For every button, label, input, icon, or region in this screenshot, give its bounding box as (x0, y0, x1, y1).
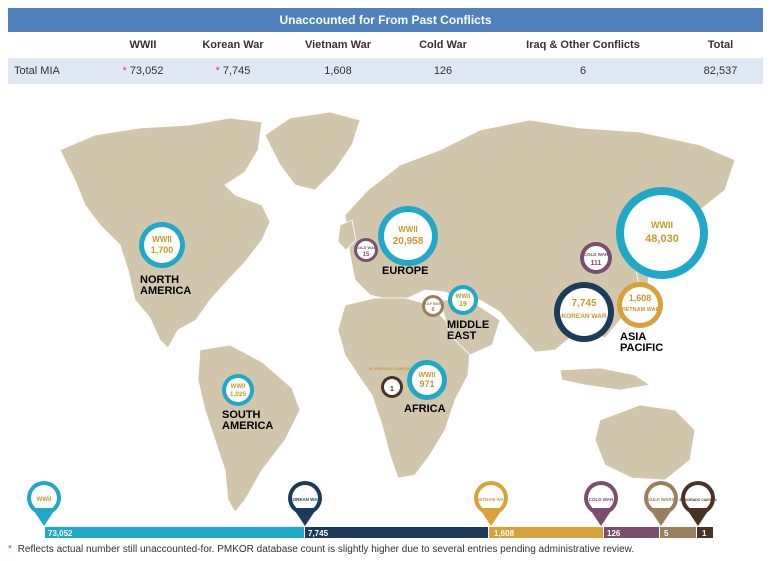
na-value: 1,700 (151, 245, 174, 255)
marker-north-america[interactable]: WWII 1,700 (139, 222, 185, 268)
label-south-america-2: AMERICA (222, 420, 273, 432)
eldorado-value: 1 (390, 386, 394, 393)
label-europe: EUROPE (382, 265, 428, 277)
marker-asia-cold-war[interactable]: COLD WAR 111 (580, 242, 612, 274)
sa-value: 1,025 (230, 391, 247, 398)
ap-conflict-label: WWII (651, 220, 673, 230)
pin-cold-war[interactable]: COLD WAR (584, 481, 618, 526)
eu-cold-label: COLD WAR (355, 245, 377, 250)
na-conflict-label: WWII (152, 235, 172, 244)
vietnam-label: VIETNAM WAR (620, 307, 659, 313)
svg-text:KOREAN WAR: KOREAN WAR (289, 497, 321, 502)
summary-bar: 73,052 7,745 1,608 126 5 1 WWII KOREAN W… (27, 481, 717, 538)
landmass-greenland (264, 111, 361, 191)
bar-value-korean: 7,745 (308, 529, 329, 538)
marker-vietnam-war[interactable]: 1,608 VIETNAM WAR (617, 282, 663, 328)
pin-wwii[interactable]: WWII (27, 481, 61, 526)
svg-text:GULF WARS: GULF WARS (648, 497, 675, 502)
bar-value-vietnam: 1,608 (494, 529, 515, 538)
me-conflict-label: WWII (456, 294, 471, 300)
af-conflict-label: WWII (418, 372, 435, 379)
marker-europe[interactable]: WWII 20,958 (378, 206, 438, 266)
ap-cold-label: COLD WAR (584, 252, 609, 257)
svg-text:COLD WAR: COLD WAR (589, 497, 614, 502)
ap-value: 48,030 (645, 233, 679, 245)
eu-cold-value: 15 (363, 252, 370, 258)
landmass-australia (594, 404, 696, 481)
marker-korean-war[interactable]: 7,745 KOREAN WAR (554, 282, 614, 342)
footnote: * Reflects actual number still unaccount… (8, 544, 634, 555)
pin-el-dorado-canyon[interactable]: EL DORADO CANYON (679, 481, 717, 526)
korean-label: KOREAN WAR (561, 313, 606, 320)
ap-cold-value: 111 (591, 260, 602, 267)
bar-value-gulf: 5 (664, 529, 669, 538)
marker-south-america[interactable]: WWII 1,025 (222, 374, 254, 406)
label-africa: AFRICA (404, 403, 446, 415)
sa-conflict-label: WWII (231, 384, 246, 390)
eldorado-label: EL DORADO CANYON (369, 366, 411, 371)
gulf-label: GULF WARS (423, 302, 445, 306)
marker-europe-cold-war[interactable]: COLD WAR 15 (354, 238, 378, 262)
bar-value-cold: 126 (607, 529, 621, 538)
bar-value-wwii: 73,052 (48, 529, 73, 538)
eu-conflict-label: WWII (398, 225, 418, 234)
bar-segment-korean (305, 527, 488, 538)
svg-text:EL DORADO CANYON: EL DORADO CANYON (679, 498, 717, 502)
pin-gulf-wars[interactable]: GULF WARS (644, 481, 678, 526)
eu-value: 20,958 (393, 236, 424, 247)
me-value: 19 (459, 301, 467, 308)
label-middle-east-2: EAST (447, 330, 477, 342)
svg-text:VIETNAM WAR: VIETNAM WAR (475, 497, 508, 502)
gulf-value: 6 (431, 307, 434, 313)
footnote-asterisk: * (8, 544, 12, 555)
korean-value: 7,745 (571, 298, 596, 309)
label-asia-pacific-2: PACIFIC (620, 342, 663, 354)
pin-korean-war[interactable]: KOREAN WAR (288, 481, 322, 526)
footnote-text: Reflects actual number still unaccounted… (17, 544, 635, 555)
af-value: 971 (419, 379, 434, 389)
label-north-america-2: AMERICA (140, 285, 191, 297)
marker-gulf-wars[interactable]: GULF WARS 6 (422, 295, 444, 317)
marker-africa[interactable]: WWII 971 (407, 360, 447, 400)
marker-el-dorado[interactable]: 1 (381, 376, 403, 398)
pin-vietnam-war[interactable]: VIETNAM WAR (474, 481, 508, 526)
landmass-indonesia (559, 367, 652, 391)
world-map: WWII 1,700 NORTH AMERICA WWII 1,025 SOUT… (27, 111, 736, 538)
bar-segment-wwii (45, 527, 304, 538)
vietnam-value: 1,608 (629, 293, 652, 303)
svg-text:WWII: WWII (37, 497, 52, 503)
marker-middle-east[interactable]: WWII 19 (448, 285, 478, 315)
bar-value-eldorado: 1 (702, 529, 707, 538)
marker-asia-wwii[interactable]: WWII 48,030 (616, 187, 708, 279)
